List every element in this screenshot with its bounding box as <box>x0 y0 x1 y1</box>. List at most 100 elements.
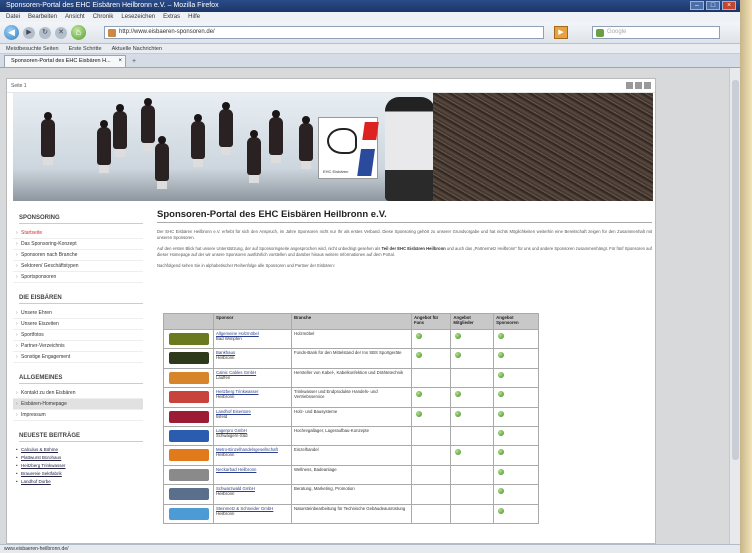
green-check-icon[interactable] <box>416 333 422 339</box>
sidebar-item-highlighted[interactable]: Eisbären-Homepage <box>13 399 143 410</box>
sponsor-logo[interactable] <box>168 468 209 481</box>
main-content: Sponsoren-Portal des EHC Eisbären Heilbr… <box>157 209 652 543</box>
green-check-icon[interactable] <box>455 391 462 398</box>
table-row: Schwarzwald GmbH Heilbronn Beratung, Marke… <box>163 484 539 505</box>
close-button[interactable]: × <box>722 1 736 10</box>
font-size-icon[interactable] <box>635 82 642 89</box>
offer-sponsors-cell <box>493 328 539 350</box>
news-link[interactable]: Landhof Dorbe <box>13 478 143 486</box>
menu-item-ansicht[interactable]: Ansicht <box>65 12 85 22</box>
sponsor-link[interactable]: Landhof Eisentore <box>216 409 251 414</box>
flag-stripe <box>357 122 379 176</box>
menu-item-lesezeichen[interactable]: Lesezeichen <box>121 12 155 22</box>
sponsor-logo[interactable] <box>168 449 209 462</box>
news-link[interactable]: Plattwurst Bürohaus <box>13 454 143 462</box>
green-check-icon[interactable] <box>498 429 505 436</box>
offer-members-cell <box>450 406 495 427</box>
sponsor-branche: Einzelhandel <box>291 445 412 466</box>
back-icon[interactable]: ◀ <box>4 25 19 40</box>
sponsor-logo[interactable] <box>168 410 209 423</box>
green-check-icon[interactable] <box>455 410 462 417</box>
sponsor-branche: Hersteller von Kabel-, Kabelkonfektion u… <box>291 367 412 389</box>
sponsor-branche: Beratung, Marketing, Promotion <box>291 484 412 505</box>
green-check-icon[interactable] <box>416 391 422 398</box>
green-check-icon[interactable] <box>455 352 462 359</box>
sponsor-logo[interactable] <box>168 352 209 365</box>
forward-icon[interactable]: ▶ <box>23 26 35 39</box>
player-image <box>41 112 55 165</box>
sidebar-item-startseite[interactable]: Startseite <box>13 228 143 239</box>
green-check-icon[interactable] <box>498 333 505 339</box>
table-row: Landhof Eisentore Ilsfeld Holz- und Bausys… <box>163 406 539 427</box>
sidebar: SPONSORING Startseite Das Sponsoring-Kon… <box>13 207 143 543</box>
column-header: Angebot Mitglieder <box>450 313 495 330</box>
sponsor-logo[interactable] <box>168 507 209 520</box>
sidebar-item[interactable]: Sektoren/ Geschäftstypen <box>13 261 143 272</box>
bookmark-item[interactable]: Aktuelle Nachrichten <box>112 44 162 53</box>
green-check-icon[interactable] <box>416 352 422 359</box>
go-arrow-icon[interactable]: ▶ <box>554 26 568 39</box>
table-row: Lagerpro GmbH Schwaigern-Süd Hochregallage… <box>163 425 539 447</box>
green-check-icon[interactable] <box>498 507 505 514</box>
sidebar-item[interactable]: Unsere Eiszeiten <box>13 319 143 330</box>
address-bar[interactable]: http://www.eisbaeren-sponsoren.de/ <box>104 26 544 39</box>
scrollbar-thumb[interactable] <box>732 80 739 460</box>
offer-sponsors-cell <box>493 406 539 427</box>
green-check-icon[interactable] <box>455 333 462 339</box>
bookmark-item[interactable]: Meistbesuchte Seiten <box>6 44 59 53</box>
tab-active[interactable]: Sponsoren-Portal des EHC Eisbären H... × <box>4 55 126 67</box>
tab-close-icon[interactable]: × <box>118 56 122 67</box>
sponsor-logo[interactable] <box>168 333 209 345</box>
sidebar-item[interactable]: Das Sponsoring-Konzept <box>13 239 143 250</box>
green-check-icon[interactable] <box>498 371 505 378</box>
menu-item-extras[interactable]: Extras <box>163 12 180 22</box>
green-check-icon[interactable] <box>498 352 505 359</box>
sponsor-logo-cell <box>163 425 214 447</box>
sponsor-link[interactable]: Steinmetz & Schneider GmbH <box>216 506 273 511</box>
news-link[interactable]: Heitzberg Trinkwasser <box>13 462 143 470</box>
sidebar-item[interactable]: Sportsponsoren <box>13 272 143 283</box>
green-check-icon[interactable] <box>498 391 505 398</box>
green-check-icon[interactable] <box>498 410 505 417</box>
sidebar-item[interactable]: Sportfotos <box>13 330 143 341</box>
green-check-icon[interactable] <box>455 449 462 456</box>
table-row: Heitzberg Trinkwasser Heilbronn Trinkwasse… <box>163 387 539 408</box>
sidebar-item[interactable]: Impressum <box>13 410 143 421</box>
second-paragraph-emphasis: Teil der EHC Eisbären Heilbronn <box>381 246 446 252</box>
green-check-icon[interactable] <box>498 488 505 495</box>
sidebar-item[interactable]: Sonstige Engagement <box>13 352 143 363</box>
green-check-icon[interactable] <box>416 410 422 417</box>
green-check-icon[interactable] <box>498 468 505 475</box>
sidebar-item[interactable]: Unsere Ehren <box>13 308 143 319</box>
menu-item-chronik[interactable]: Chronik <box>93 12 114 22</box>
sidebar-item[interactable]: Sponsoren nach Branche <box>13 250 143 261</box>
print-icon[interactable] <box>626 82 633 89</box>
sponsor-logo[interactable] <box>168 391 209 404</box>
menu-item-hilfe[interactable]: Hilfe <box>188 12 200 22</box>
maximize-button[interactable]: □ <box>706 1 720 10</box>
menu-item-bearbeiten[interactable]: Bearbeiten <box>28 12 57 22</box>
search-engine-icon[interactable] <box>596 29 604 37</box>
home-icon[interactable]: ⌂ <box>71 25 86 40</box>
green-check-icon[interactable] <box>498 449 505 456</box>
search-input[interactable]: Google <box>592 26 720 39</box>
new-tab-icon[interactable]: + <box>128 57 140 67</box>
sidebar-item[interactable]: Kontakt zu den Eisbären <box>13 388 143 399</box>
news-link[interactable]: Calculus & Böhme <box>13 446 143 454</box>
sponsor-logo[interactable] <box>168 371 209 384</box>
bookmark-page-icon[interactable] <box>644 82 651 89</box>
menu-item-datei[interactable]: Datei <box>6 12 20 22</box>
sidebar-item[interactable]: Partner-Verzeichnis <box>13 341 143 352</box>
sponsor-logo[interactable] <box>168 429 209 442</box>
sponsor-branche: Trinkwasser und Endprodukte Handels- und… <box>291 387 412 408</box>
vertical-scrollbar[interactable] <box>729 68 740 544</box>
offer-fans-cell <box>410 445 452 466</box>
bookmark-item[interactable]: Erste Schritte <box>69 44 102 53</box>
sponsor-logo[interactable] <box>168 488 209 501</box>
minimize-button[interactable]: – <box>690 1 704 10</box>
news-link[interactable]: Brauereie Sektfabrik <box>13 470 143 478</box>
sponsor-city: Bad Wimpfen <box>216 336 242 341</box>
sponsor-link[interactable]: Neckarbad Heilbronn <box>216 467 256 472</box>
stop-icon[interactable]: ✕ <box>55 26 67 39</box>
reload-icon[interactable]: ↻ <box>39 26 51 39</box>
